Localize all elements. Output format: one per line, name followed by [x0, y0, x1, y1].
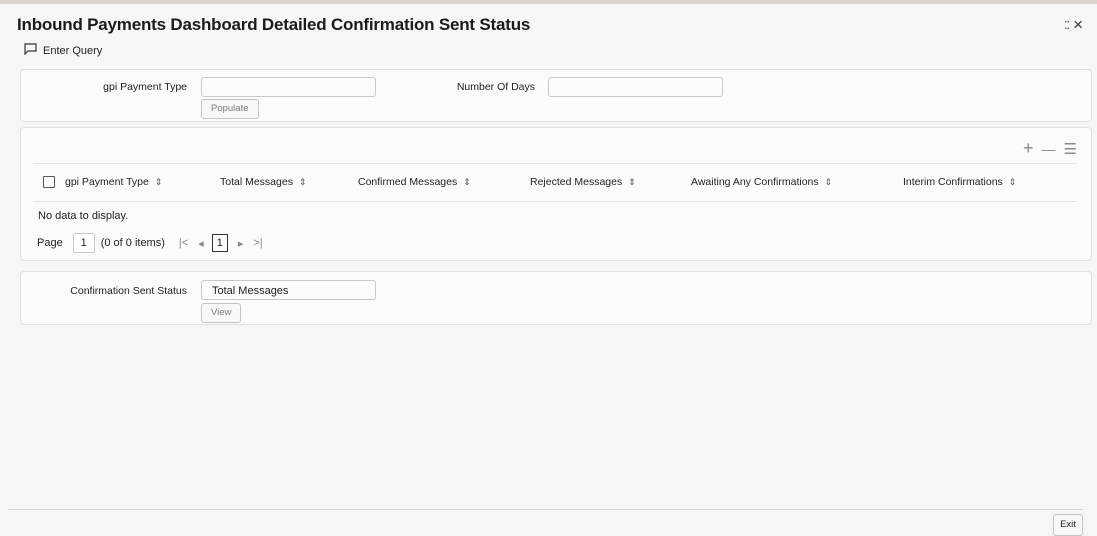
- items-count: (0 of 0 items): [100, 237, 165, 249]
- column-header-total-messages[interactable]: Total Messages ⇕: [220, 176, 307, 188]
- add-row-icon[interactable]: +: [1023, 138, 1034, 159]
- column-header-label: Confirmed Messages: [358, 176, 458, 188]
- gpi-payment-type-input[interactable]: [201, 77, 376, 97]
- first-page-icon[interactable]: |<: [179, 237, 188, 249]
- page-label: Page: [37, 237, 63, 249]
- sort-icon: ⇕: [298, 177, 307, 187]
- current-page-button[interactable]: 1: [211, 234, 228, 252]
- column-header-rejected-messages[interactable]: Rejected Messages ⇕: [530, 176, 636, 188]
- column-header-gpi-payment-type[interactable]: gpi Payment Type ⇕: [65, 176, 162, 188]
- confirmation-sent-status-select[interactable]: Total Messages: [201, 280, 376, 300]
- column-header-interim-confirmations[interactable]: Interim Confirmations ⇕: [903, 176, 1016, 188]
- table-tools: + — ☰: [1023, 138, 1077, 159]
- sort-icon: ⇕: [628, 177, 636, 187]
- view-button[interactable]: View: [201, 303, 242, 323]
- exit-button[interactable]: Exit: [1053, 514, 1083, 536]
- table-header: gpi Payment Type ⇕ Total Messages ⇕ Confir…: [33, 163, 1077, 202]
- empty-message: No data to display.: [38, 210, 129, 222]
- page-number-input[interactable]: 1: [72, 233, 95, 253]
- pagination: Page 1 (0 of 0 items) |< ◂ 1 ▸ >|: [37, 233, 263, 253]
- collapse-icon[interactable]: ⁚⁚: [1064, 19, 1070, 32]
- column-header-awaiting-confirmations[interactable]: Awaiting Any Confirmations ⇕: [691, 176, 832, 188]
- close-icon[interactable]: ×: [1073, 15, 1083, 35]
- remove-row-icon[interactable]: —: [1042, 141, 1056, 157]
- query-panel: gpi Payment Type Number Of Days Populate: [20, 69, 1092, 122]
- status-panel: Confirmation Sent Status Total Messages …: [20, 271, 1092, 325]
- column-header-label: gpi Payment Type: [65, 176, 149, 188]
- next-page-icon[interactable]: ▸: [238, 237, 244, 250]
- column-header-label: Total Messages: [220, 176, 293, 188]
- sort-icon: ⇕: [463, 177, 471, 187]
- results-panel: + — ☰ gpi Payment Type ⇕ Total Messages ⇕ …: [20, 127, 1092, 261]
- page-title: Inbound Payments Dashboard Detailed Conf…: [17, 15, 531, 34]
- enter-query-label: Enter Query: [43, 44, 103, 57]
- number-of-days-input[interactable]: [548, 77, 723, 97]
- columns-icon[interactable]: ☰: [1064, 140, 1077, 158]
- gpi-payment-type-label: gpi Payment Type: [103, 81, 187, 93]
- previous-page-icon[interactable]: ◂: [198, 237, 204, 250]
- select-all-checkbox[interactable]: [43, 176, 55, 188]
- column-header-label: Interim Confirmations: [903, 176, 1003, 188]
- enter-query-button[interactable]: Enter Query: [24, 43, 102, 58]
- column-header-confirmed-messages[interactable]: Confirmed Messages ⇕: [358, 176, 471, 188]
- last-page-icon[interactable]: >|: [253, 237, 262, 249]
- column-header-label: Rejected Messages: [530, 176, 623, 188]
- footer-divider: [8, 509, 1083, 510]
- confirmation-sent-status-label: Confirmation Sent Status: [70, 285, 187, 297]
- comment-icon: [24, 43, 37, 58]
- number-of-days-label: Number Of Days: [456, 81, 535, 93]
- populate-button[interactable]: Populate: [201, 99, 259, 119]
- sort-icon: ⇕: [1008, 177, 1017, 187]
- sort-icon: ⇕: [824, 177, 833, 187]
- sort-icon: ⇕: [154, 177, 163, 187]
- window-controls: ⁚⁚ ×: [1064, 15, 1083, 35]
- top-strip: [0, 0, 1097, 4]
- column-header-label: Awaiting Any Confirmations: [691, 176, 819, 188]
